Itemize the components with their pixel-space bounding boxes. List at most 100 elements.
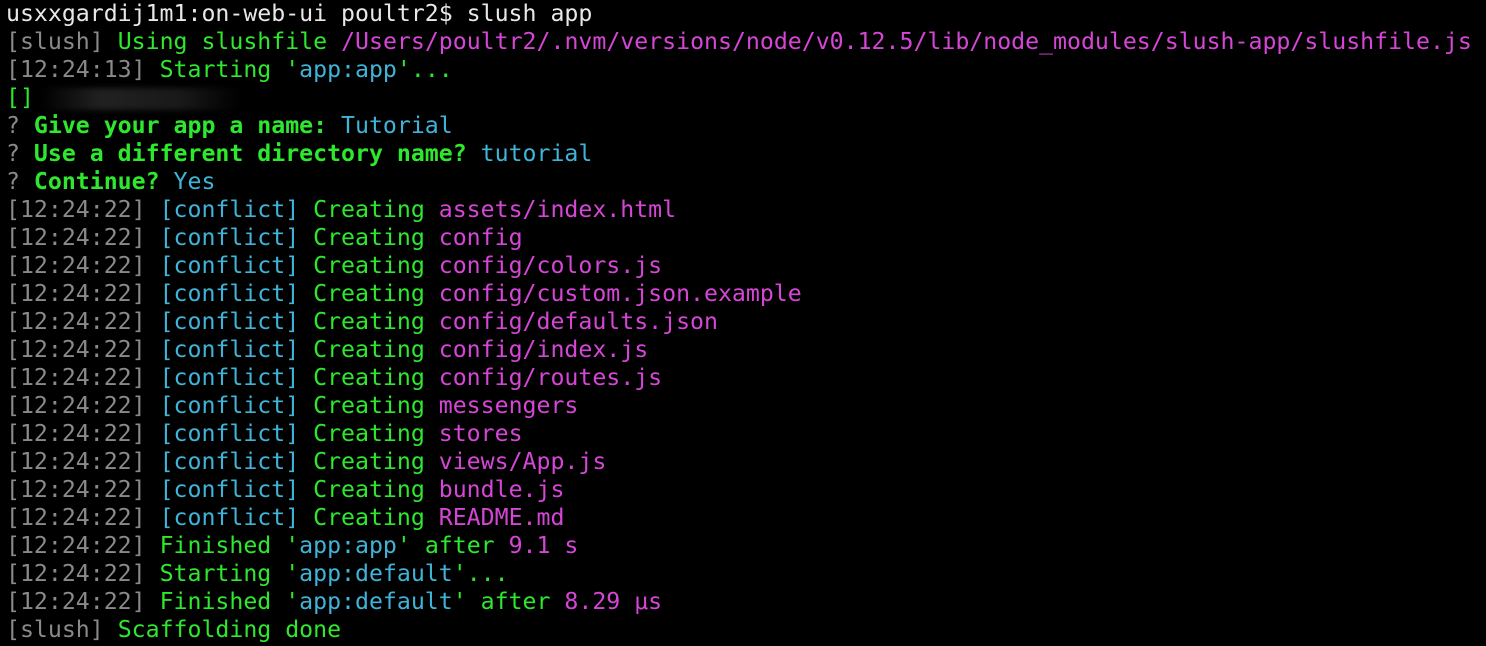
terminal-text-green: Creating	[313, 392, 439, 419]
terminal-line: [12:24:22] [conflict] Creating messenger…	[6, 392, 1486, 420]
terminal-text-gray: ?	[6, 112, 34, 139]
terminal-text-green: Creating	[313, 448, 439, 475]
terminal-text-cyan: [conflict]	[159, 420, 314, 447]
terminal-text-magenta: README.md	[438, 504, 565, 531]
terminal-line: [12:24:22] [conflict] Creating views/App…	[6, 448, 1486, 476]
terminal-line: [12:24:22] [conflict] Creating assets/in…	[6, 196, 1486, 224]
terminal-text-gray: [12:24:22]	[6, 364, 160, 391]
terminal-text-gray: [12:24:22]	[6, 308, 160, 335]
terminal-text-green: ' after	[396, 532, 509, 559]
terminal-text-gray: [12:24:22]	[6, 504, 160, 531]
terminal-text-white: usxxgardij1m1:on-web-ui poultr2$ slush a…	[6, 0, 593, 27]
terminal-line: [12:24:22] [conflict] Creating config/in…	[6, 336, 1486, 364]
terminal-text-cyan: [conflict]	[159, 196, 314, 223]
terminal-line: ? Continue? Yes	[6, 168, 1486, 196]
terminal-text-magenta: config/defaults.json	[438, 308, 718, 335]
terminal-text-green: ' after	[452, 588, 565, 615]
terminal-text-gray: [12:24:22]	[6, 560, 160, 587]
terminal-line: [12:24:22] [conflict] Creating config	[6, 224, 1486, 252]
terminal-text-gray: [12:24:13]	[6, 56, 160, 83]
terminal-text-green: Creating	[313, 252, 439, 279]
terminal-line: [12:24:22] Starting 'app:default'...	[6, 560, 1486, 588]
terminal-text-green: Creating	[313, 308, 439, 335]
terminal-text-green: Finished '	[159, 532, 300, 559]
terminal-text-green: Give your app a name:	[33, 112, 342, 139]
terminal-text-magenta: bundle.js	[438, 476, 565, 503]
terminal-text-cyan: Tutorial	[341, 112, 453, 139]
terminal-text-magenta: config/custom.json.example	[438, 280, 802, 307]
terminal-text-cyan: app:default	[299, 588, 453, 615]
terminal-text-green: Continue?	[33, 168, 174, 195]
terminal-text-gray: [12:24:22]	[6, 392, 160, 419]
terminal-text-green: Use a different directory name?	[33, 140, 481, 167]
terminal-text-gray: [12:24:22]	[6, 196, 160, 223]
terminal-text-green: Starting '	[159, 56, 300, 83]
terminal-text-green: Creating	[313, 336, 439, 363]
terminal-line: ? Use a different directory name? tutori…	[6, 140, 1486, 168]
redacted-region	[39, 87, 240, 110]
terminal-text-gray: [	[6, 28, 20, 55]
terminal-text-green: []	[6, 84, 34, 111]
terminal-text-gray: [12:24:22]	[6, 224, 160, 251]
terminal-text-cyan: [conflict]	[159, 392, 314, 419]
terminal-output: usxxgardij1m1:on-web-ui poultr2$ slush a…	[6, 0, 1486, 644]
terminal-text-green: Creating	[313, 224, 439, 251]
terminal-text-gray: [12:24:22]	[6, 280, 160, 307]
terminal-line: ? Give your app a name: Tutorial	[6, 112, 1486, 140]
terminal-line: [12:24:22] Finished 'app:default' after …	[6, 588, 1486, 616]
terminal-line: [12:24:13] Starting 'app:app'...	[6, 56, 1486, 84]
terminal-text-gray: [12:24:22]	[6, 252, 160, 279]
terminal-text-magenta: 9.1 s	[508, 532, 579, 559]
terminal-text-green: Scaffolding done	[117, 616, 342, 643]
terminal-text-gray: [12:24:22]	[6, 532, 160, 559]
terminal-text-magenta: config	[438, 224, 523, 251]
terminal-text-cyan: [conflict]	[159, 336, 314, 363]
terminal-line: [12:24:22] [conflict] Creating stores	[6, 420, 1486, 448]
terminal-text-cyan: [conflict]	[159, 448, 314, 475]
terminal-text-magenta: assets/index.html	[438, 196, 677, 223]
terminal-text-cyan: [conflict]	[159, 280, 314, 307]
terminal-text-green: '...	[396, 56, 453, 83]
terminal-text-gray: [12:24:22]	[6, 420, 160, 447]
terminal-text-cyan: app:app	[299, 56, 397, 83]
terminal-text-green: Finished '	[159, 588, 300, 615]
terminal-text-cyan: app:default	[299, 560, 453, 587]
terminal-text-gray: [slush]	[6, 616, 118, 643]
terminal-text-magenta: 8.29 μs	[564, 588, 663, 615]
terminal-text-magenta: stores	[438, 420, 523, 447]
terminal-line: [12:24:22] [conflict] Creating README.md	[6, 504, 1486, 532]
terminal-text-magenta: /Users/poultr2/.nvm/versions/node/v0.12.…	[341, 28, 1472, 55]
terminal-text-magenta: config/index.js	[438, 336, 649, 363]
terminal-line: []	[6, 84, 1486, 112]
terminal-line: [12:24:22] [conflict] Creating config/de…	[6, 308, 1486, 336]
terminal-text-green: Starting '	[159, 560, 300, 587]
terminal-text-gray: [12:24:22]	[6, 588, 160, 615]
terminal-line: usxxgardij1m1:on-web-ui poultr2$ slush a…	[6, 0, 1486, 28]
terminal-text-cyan: Yes	[173, 168, 216, 195]
terminal-line: [12:24:22] [conflict] Creating bundle.js	[6, 476, 1486, 504]
terminal-text-cyan: [conflict]	[159, 476, 314, 503]
terminal-line: [12:24:22] [conflict] Creating config/ro…	[6, 364, 1486, 392]
terminal-text-cyan: tutorial	[480, 140, 593, 167]
terminal-text-gray: [12:24:22]	[6, 476, 160, 503]
terminal-text-green: Creating	[313, 504, 439, 531]
terminal-text-magenta: config/routes.js	[438, 364, 663, 391]
terminal-text-magenta: views/App.js	[438, 448, 607, 475]
terminal-text-cyan: app:app	[299, 532, 397, 559]
terminal-text-gray: [12:24:22]	[6, 448, 160, 475]
terminal-text-green: Creating	[313, 280, 439, 307]
terminal-text-gray: slush	[19, 28, 90, 55]
terminal-text-green: Creating	[313, 476, 439, 503]
terminal-line: [slush] Scaffolding done	[6, 616, 1486, 644]
terminal-text-cyan: [conflict]	[159, 364, 314, 391]
terminal-text-magenta: messengers	[438, 392, 579, 419]
terminal-text-green: Creating	[313, 196, 439, 223]
terminal-text-green: Creating	[313, 364, 439, 391]
terminal-window[interactable]: usxxgardij1m1:on-web-ui poultr2$ slush a…	[0, 0, 1486, 646]
terminal-line: [12:24:22] Finished 'app:app' after 9.1 …	[6, 532, 1486, 560]
terminal-text-cyan: [conflict]	[159, 308, 314, 335]
terminal-text-magenta: config/colors.js	[438, 252, 663, 279]
terminal-text-cyan: [conflict]	[159, 504, 314, 531]
terminal-text-gray: ?	[6, 140, 34, 167]
terminal-text-green: Creating	[313, 420, 439, 447]
